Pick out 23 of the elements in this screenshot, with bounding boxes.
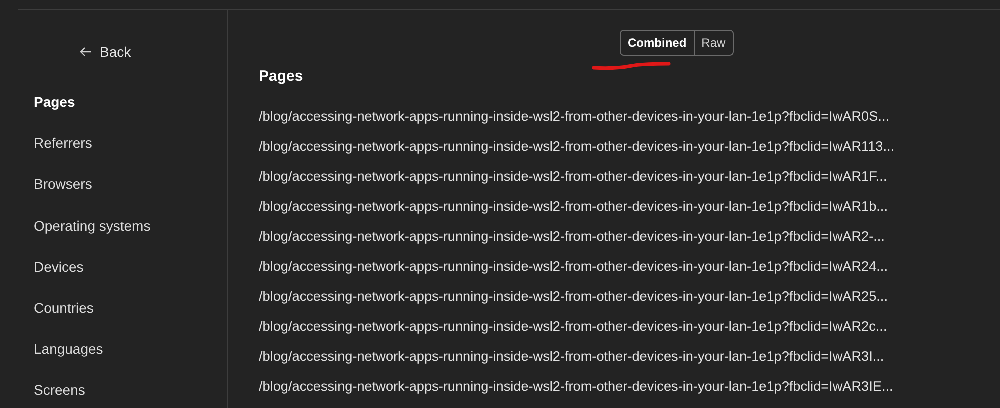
sidebar-item[interactable]: Browsers: [34, 176, 227, 218]
back-arrow-icon: [80, 47, 92, 57]
page-path[interactable]: /blog/accessing-network-apps-running-inside-wsl2-from-other-devices-in-your-lan-1e1p?fbclid=IwAR1F...: [259, 169, 888, 184]
view-toggle-option[interactable]: Combined: [621, 31, 694, 55]
page-path[interactable]: /blog/accessing-network-apps-running-inside-wsl2-from-other-devices-in-your-lan-1e1p?fbclid=IwAR2c...: [259, 319, 888, 334]
sidebar-item[interactable]: Languages: [34, 341, 227, 382]
section-title: Pages: [259, 68, 304, 85]
sidebar-item[interactable]: Pages: [34, 94, 227, 136]
sidebar-item[interactable]: Screens: [34, 382, 227, 408]
sidebar-item[interactable]: Referrers: [34, 135, 227, 176]
page-path[interactable]: /blog/accessing-network-apps-running-inside-wsl2-from-other-devices-in-your-lan-1e1p?fbclid=IwAR3I...: [259, 349, 884, 364]
view-toggle-option[interactable]: Raw: [694, 31, 733, 55]
page-path[interactable]: /blog/accessing-network-apps-running-inside-wsl2-from-other-devices-in-your-lan-1e1p?fbclid=IwAR3IE...: [259, 379, 894, 394]
page-path[interactable]: /blog/accessing-network-apps-running-inside-wsl2-from-other-devices-in-your-lan-1e1p?fbclid=IwAR24...: [259, 259, 888, 274]
page-path[interactable]: /blog/accessing-network-apps-running-inside-wsl2-from-other-devices-in-your-lan-1e1p?fbclid=IwAR113...: [259, 139, 895, 154]
sidebar-item[interactable]: Operating systems: [34, 218, 227, 259]
page-path[interactable]: /blog/accessing-network-apps-running-inside-wsl2-from-other-devices-in-your-lan-1e1p?fbclid=IwAR0S...: [259, 109, 890, 124]
page-path[interactable]: /blog/accessing-network-apps-running-inside-wsl2-from-other-devices-in-your-lan-1e1p?fbclid=IwAR1b...: [259, 199, 888, 214]
back-link[interactable]: Back: [80, 44, 132, 60]
page-path[interactable]: /blog/accessing-network-apps-running-inside-wsl2-from-other-devices-in-your-lan-1e1p?fbclid=IwAR25...: [259, 289, 888, 304]
sidebar-item[interactable]: Devices: [34, 258, 227, 300]
sidebar-item[interactable]: Countries: [34, 300, 227, 342]
page-path[interactable]: /blog/accessing-network-apps-running-inside-wsl2-from-other-devices-in-your-lan-1e1p?fbclid=IwAR2-...: [259, 229, 885, 244]
